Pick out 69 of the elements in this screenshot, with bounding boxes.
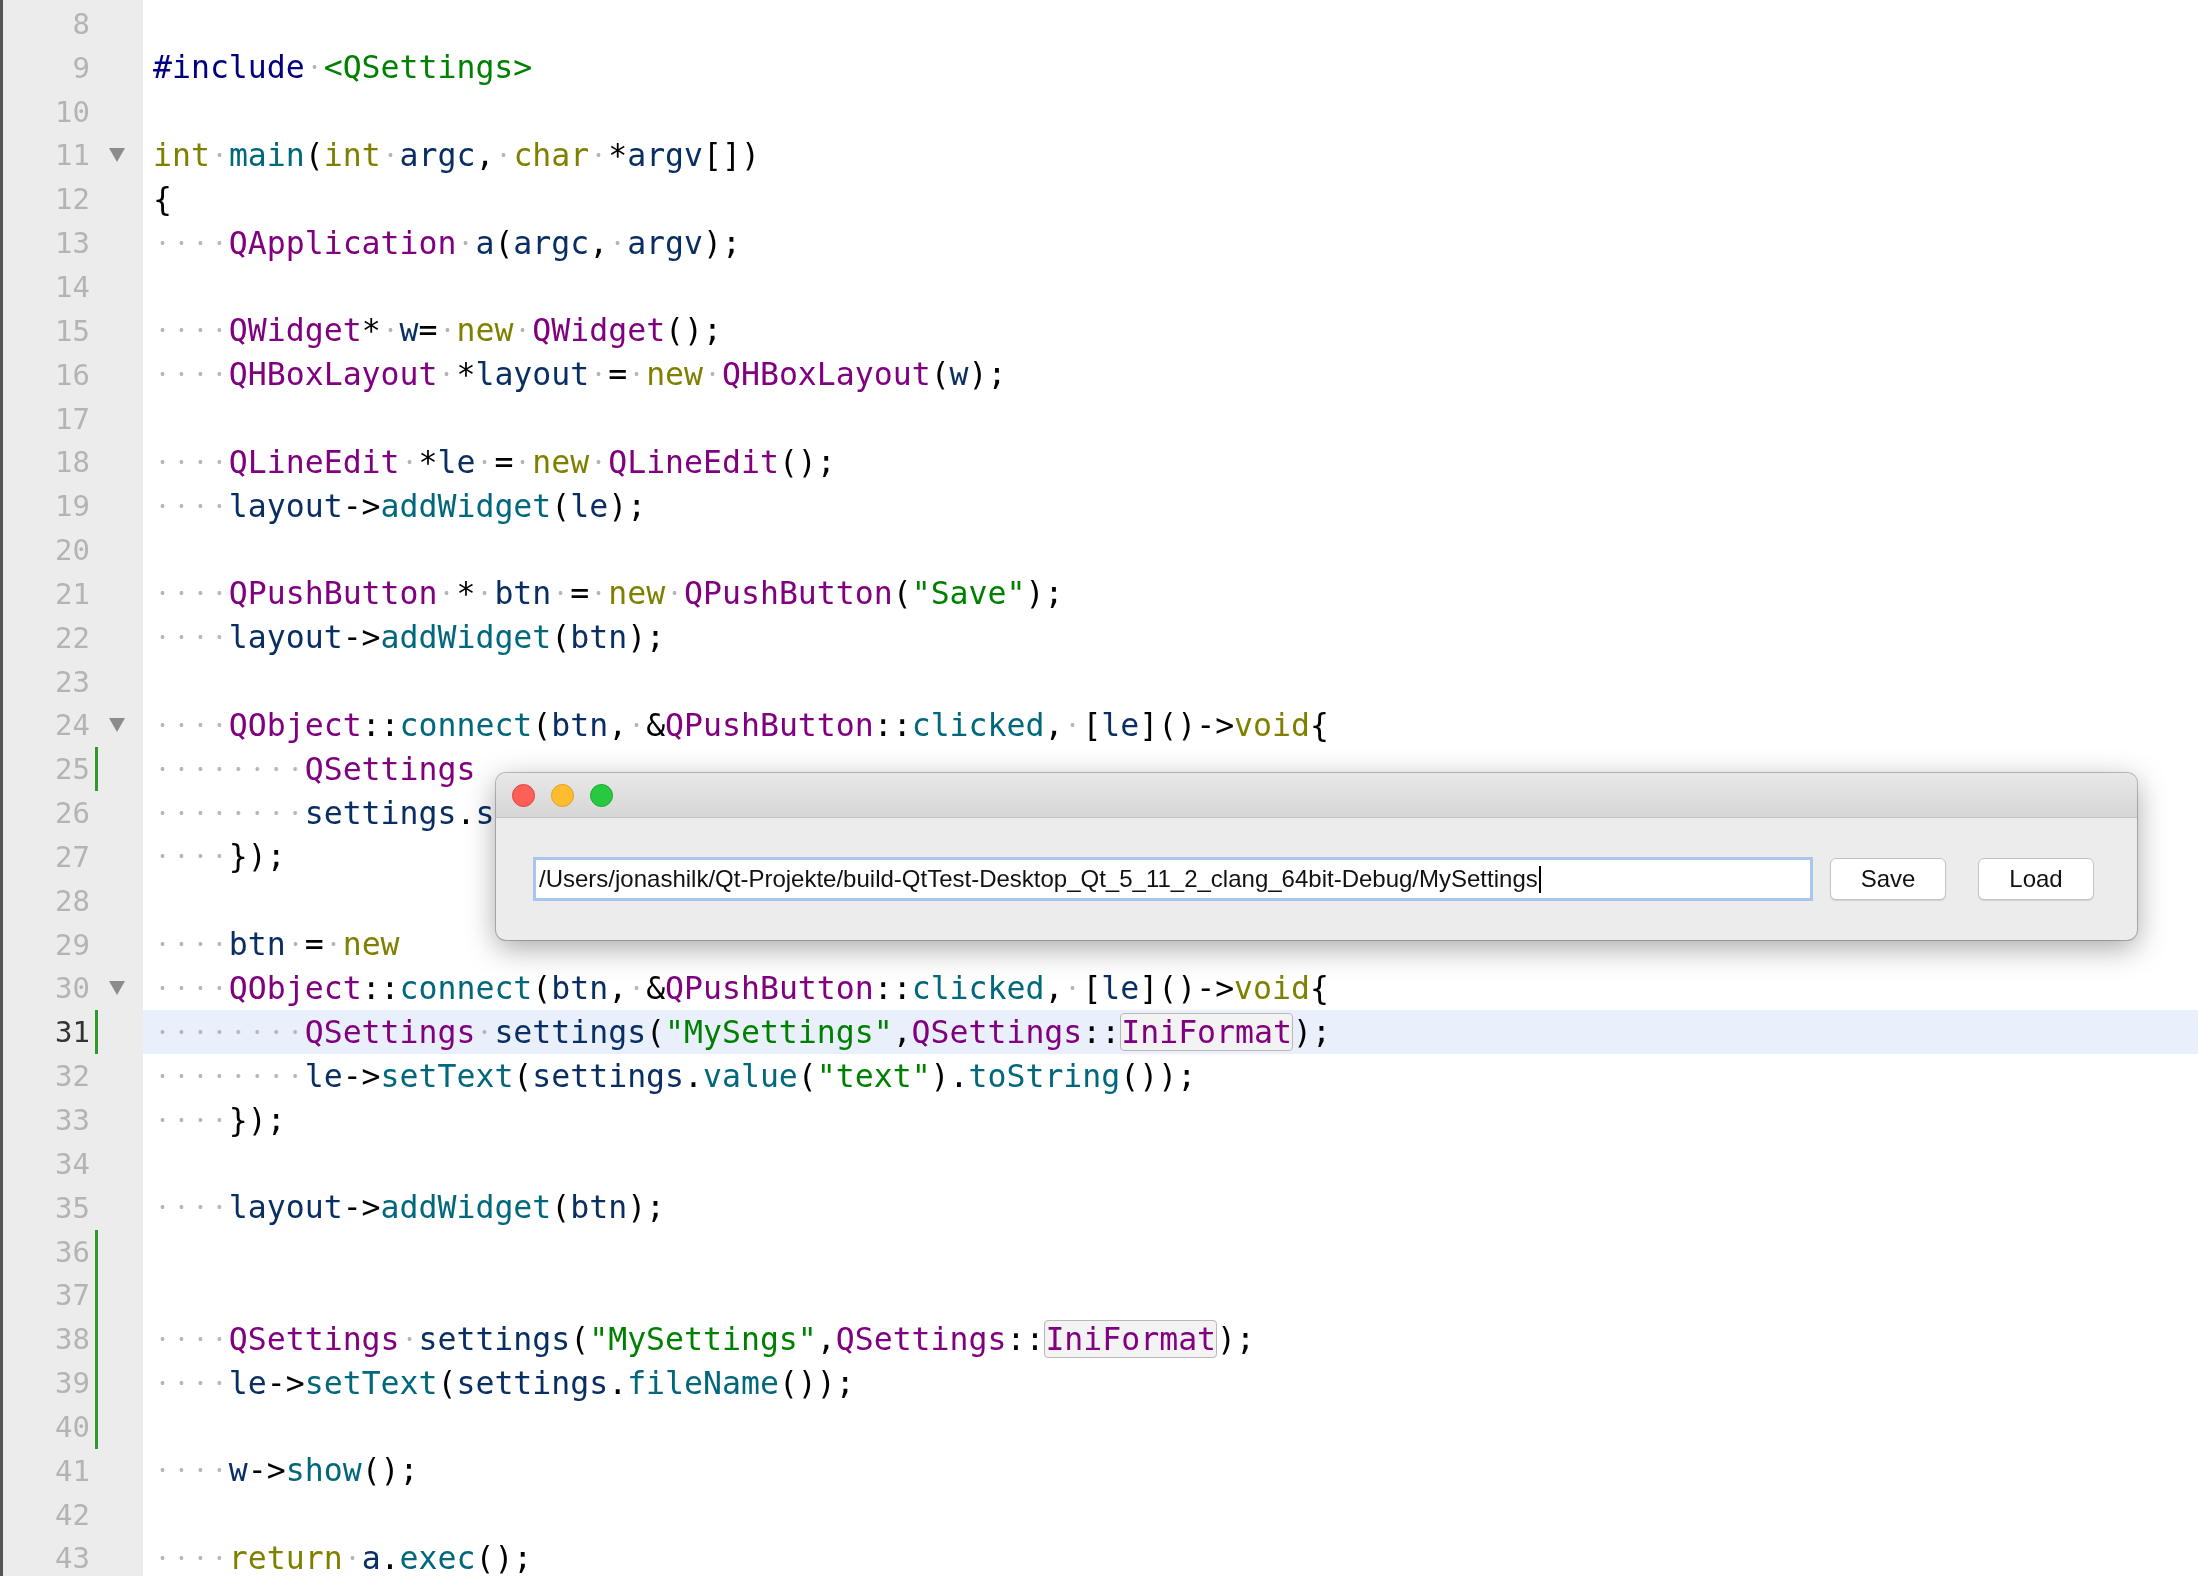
line-number: 13 — [54, 226, 90, 261]
line-number: 18 — [54, 445, 90, 480]
line-number: 8 — [71, 6, 90, 41]
code-line: QObject::connect(btn, &QPushButton::clicked, [le]()->void{ — [143, 703, 1329, 747]
code-line: settings.s — [143, 791, 495, 835]
code-line: }); — [143, 835, 286, 879]
line-number: 16 — [54, 357, 90, 392]
line-number: 32 — [54, 1059, 90, 1094]
line-number: 37 — [54, 1278, 90, 1313]
line-number: 29 — [54, 927, 90, 962]
code-line: QLineEdit *le = new QLineEdit(); — [143, 440, 836, 484]
line-number: 14 — [54, 270, 90, 304]
code-line: return a.exec(); — [143, 1536, 533, 1576]
code-line: btn = new — [143, 923, 400, 967]
code-line: layout->addWidget(btn); — [143, 616, 666, 660]
line-number: 20 — [54, 533, 90, 568]
code-line: QSettings settings("MySettings",QSettings::IniFormat); — [143, 1317, 1255, 1361]
load-button[interactable]: Load — [1978, 858, 2094, 900]
code-line: le->setText(settings.value("text").toString()); — [143, 1054, 1197, 1098]
zoom-button[interactable] — [590, 783, 613, 807]
line-number: 26 — [54, 796, 90, 831]
line-number: 38 — [54, 1322, 90, 1357]
line-number: 42 — [54, 1497, 90, 1532]
fold-arrow-icon[interactable] — [109, 981, 125, 996]
code-line: QApplication a(argc, argv); — [143, 221, 741, 265]
line-number: 12 — [54, 182, 90, 217]
code-line: QSettings settings("MySettings",QSettings::IniFormat); — [143, 1010, 1331, 1054]
line-number: 33 — [54, 1103, 90, 1137]
line-number: 40 — [54, 1409, 90, 1444]
line-number: 25 — [54, 752, 90, 787]
line-number: 11 — [54, 138, 90, 173]
line-number: 15 — [54, 313, 90, 348]
code-line: { — [152, 179, 172, 219]
code-line: QSettings — [143, 747, 476, 791]
code-line: QObject::connect(btn, &QPushButton::clicked, [le]()->void{ — [143, 967, 1329, 1010]
line-number: 9 — [71, 50, 90, 85]
line-number: 43 — [54, 1541, 90, 1576]
fold-arrow-icon[interactable] — [109, 718, 125, 733]
code-line: QWidget* w= new QWidget(); — [143, 309, 722, 353]
code-line: layout->addWidget(le); — [143, 484, 647, 528]
line-number: 27 — [54, 839, 90, 874]
code-line: w->show(); — [143, 1449, 419, 1493]
code-line: QHBoxLayout *layout = new QHBoxLayout(w); — [143, 353, 1007, 397]
line-number: 23 — [54, 664, 90, 699]
line-number: 39 — [54, 1366, 90, 1401]
line-number: 19 — [54, 489, 90, 524]
code-line: layout->addWidget(btn); — [143, 1186, 666, 1230]
code-line: }); — [143, 1098, 286, 1142]
line-number: 28 — [54, 883, 90, 918]
code-line: le->setText(settings.fileName()); — [143, 1361, 855, 1405]
code-line: int main(int argc, char *argv[]) — [152, 135, 760, 175]
line-number: 24 — [54, 708, 90, 743]
save-button[interactable]: Save — [1830, 858, 1946, 900]
code-line: QPushButton * btn = new QPushButton("Save"); — [143, 572, 1064, 616]
close-button[interactable] — [512, 783, 535, 807]
path-field[interactable]: /Users/jonashilk/Qt-Projekte/build-QtTest-Desktop_Qt_5_11_2_clang_64bit-Debug/MySettings — [533, 857, 1813, 901]
line-number: 10 — [54, 94, 90, 129]
line-number: 41 — [54, 1453, 90, 1488]
line-number: 21 — [54, 576, 90, 611]
fold-arrow-icon[interactable] — [109, 148, 125, 163]
line-number: 35 — [54, 1190, 90, 1225]
line-number: 31 — [54, 1015, 90, 1050]
line-number: 36 — [54, 1234, 90, 1269]
line-number: 34 — [54, 1146, 90, 1181]
code-line: #include <QSettings> — [152, 48, 533, 88]
line-number: 17 — [54, 401, 90, 436]
line-number: 30 — [54, 971, 90, 1006]
line-number: 22 — [54, 620, 90, 655]
minimize-button[interactable] — [551, 783, 574, 807]
